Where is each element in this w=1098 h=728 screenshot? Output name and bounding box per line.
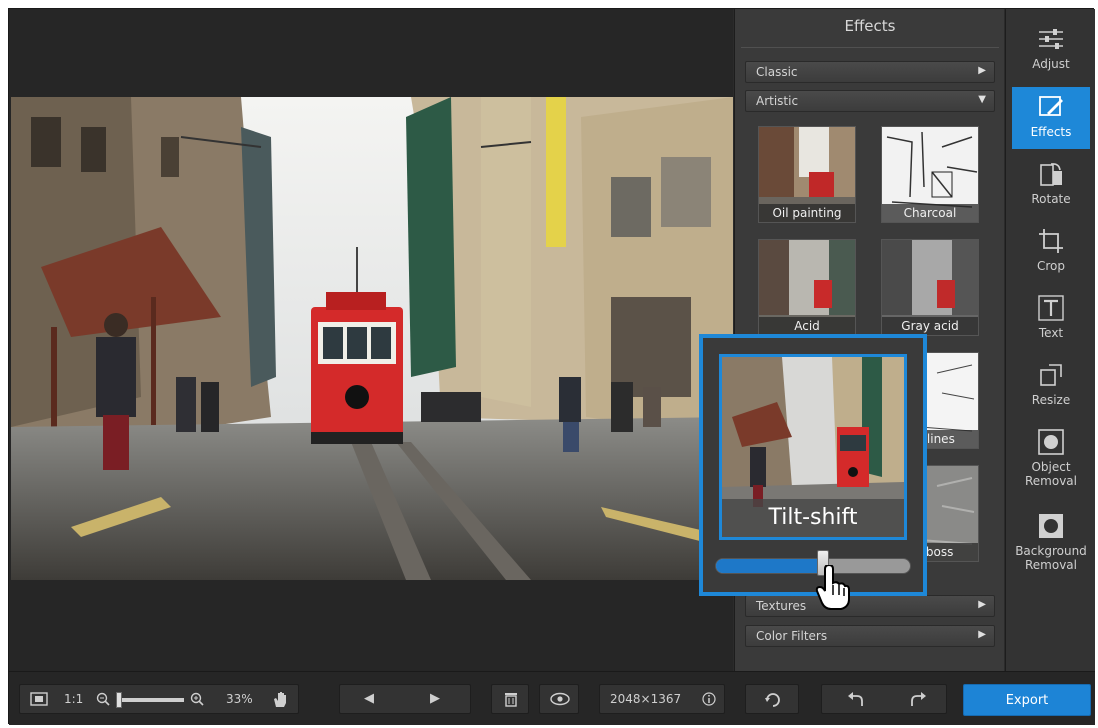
category-classic[interactable]: Classic ▶ <box>745 61 995 83</box>
crop-icon <box>1039 229 1063 253</box>
chevron-right-icon: ▶ <box>978 599 986 610</box>
app-window: Effects Classic ▶ Artistic ▼ Oil paintin… <box>8 8 1095 725</box>
hand-pan-icon[interactable] <box>272 690 288 708</box>
zoom-slider[interactable] <box>116 692 184 708</box>
tool-label: Adjust <box>1032 57 1070 71</box>
panel-title: Effects <box>844 17 896 35</box>
photo-canvas[interactable] <box>11 97 733 580</box>
sliders-icon <box>1039 29 1063 49</box>
tilt-shift-intensity-slider[interactable] <box>715 558 911 574</box>
image-size: 2048×1367 <box>610 692 682 706</box>
chevron-right-icon: ▶ <box>978 65 986 76</box>
effect-thumb-tilt-shift[interactable]: Tilt-shift <box>719 354 907 540</box>
tool-label: Resize <box>1031 393 1071 407</box>
zoom-in-icon[interactable] <box>190 692 204 706</box>
category-label: Artistic <box>756 94 799 108</box>
thumb-label: Charcoal <box>882 204 978 222</box>
chevron-right-icon: ▶ <box>978 629 986 640</box>
tool-crop[interactable]: Crop <box>1012 221 1090 283</box>
effect-thumb-charcoal[interactable]: Charcoal <box>881 126 979 223</box>
category-textures[interactable]: Textures ▶ <box>745 595 995 617</box>
category-color-filters[interactable]: Color Filters ▶ <box>745 625 995 647</box>
resize-icon <box>1040 364 1062 386</box>
category-label: Color Filters <box>756 629 828 643</box>
zoom-controls: 1:1 33% <box>19 684 299 714</box>
tool-sidebar: Adjust Effects Rotate Crop Text Resize O… <box>1005 9 1095 671</box>
thumb-label: Oil painting <box>759 204 855 222</box>
tool-effects[interactable]: Effects <box>1012 87 1090 149</box>
fit-screen-icon[interactable] <box>30 691 48 707</box>
reset-icon <box>765 693 780 707</box>
preview-button[interactable] <box>539 684 579 714</box>
tool-text[interactable]: Text <box>1012 288 1090 350</box>
category-label: Textures <box>756 599 807 613</box>
zoom-out-icon[interactable] <box>96 692 110 706</box>
category-label: Classic <box>756 65 798 79</box>
tilt-shift-label: Tilt-shift <box>722 499 904 537</box>
tool-label: Rotate <box>1031 192 1071 206</box>
effect-thumb-oil-painting[interactable]: Oil painting <box>758 126 856 223</box>
nav-controls: ◀ ▶ <box>339 684 471 714</box>
tool-resize[interactable]: Resize <box>1012 355 1090 417</box>
canvas-area <box>9 9 733 671</box>
tool-adjust[interactable]: Adjust <box>1012 19 1090 81</box>
effect-thumb-acid[interactable]: Acid <box>758 239 856 336</box>
next-image-icon[interactable]: ▶ <box>430 691 440 706</box>
tool-label: Background Removal <box>1015 544 1087 572</box>
actual-size-button[interactable]: 1:1 <box>64 692 83 706</box>
thumb-label: Gray acid <box>882 317 978 335</box>
divider <box>741 47 999 48</box>
bottom-toolbar: 1:1 33% ◀ ▶ 2048×1367 Export <box>9 671 1095 725</box>
tool-object-removal[interactable]: Object Removal <box>1012 422 1090 494</box>
chevron-down-icon: ▼ <box>978 94 986 105</box>
effects-icon <box>1039 96 1063 116</box>
redo-icon[interactable] <box>910 692 928 708</box>
tool-label: Text <box>1038 326 1064 340</box>
info-icon[interactable] <box>702 692 716 706</box>
tool-label: Object Removal <box>1024 460 1077 488</box>
object-removal-icon <box>1038 429 1064 455</box>
effect-thumb-gray-acid[interactable]: Gray acid <box>881 239 979 336</box>
slider-fill <box>716 559 823 573</box>
tilt-shift-popup: Tilt-shift <box>699 334 927 596</box>
zoom-slider-handle[interactable] <box>116 692 123 708</box>
image-size-info: 2048×1367 <box>599 684 725 714</box>
category-artistic[interactable]: Artistic ▼ <box>745 90 995 112</box>
tool-label: Effects <box>1030 125 1072 139</box>
text-icon <box>1038 295 1064 321</box>
street-photo <box>11 97 733 580</box>
delete-button[interactable] <box>491 684 529 714</box>
hand-cursor-icon <box>815 565 850 610</box>
reset-button[interactable] <box>745 684 799 714</box>
zoom-percent: 33% <box>226 692 253 706</box>
tool-background-removal[interactable]: Background Removal <box>1012 506 1090 578</box>
thumb-label: Acid <box>759 317 855 335</box>
tool-label: Crop <box>1036 259 1065 273</box>
export-button[interactable]: Export <box>963 684 1091 716</box>
previous-image-icon[interactable]: ◀ <box>364 691 374 706</box>
history-controls <box>821 684 947 714</box>
trash-icon <box>505 693 517 707</box>
eye-icon <box>550 692 570 706</box>
background-removal-icon <box>1039 514 1063 538</box>
undo-icon[interactable] <box>846 692 864 708</box>
tool-rotate[interactable]: Rotate <box>1012 154 1090 216</box>
rotate-icon <box>1040 163 1062 186</box>
